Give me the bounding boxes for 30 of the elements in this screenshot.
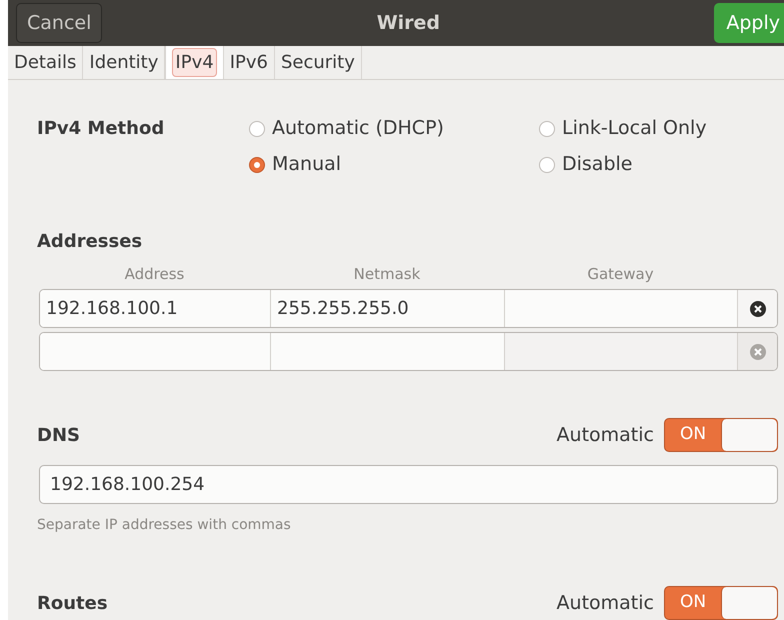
automatic-label: Automatic — [556, 422, 654, 448]
section-label: IPv4 Method — [37, 117, 166, 141]
tab[interactable]: IPv4 — [165, 46, 224, 78]
column-heading: Netmask — [352, 264, 422, 284]
section-label: Routes — [37, 592, 108, 616]
gateway-field[interactable] — [505, 290, 738, 327]
automatic-label: Automatic — [556, 590, 654, 616]
section-label: DNS — [37, 424, 80, 448]
tab[interactable]: Details — [8, 46, 84, 78]
netmask-field[interactable] — [271, 333, 505, 370]
radio-option[interactable]: Automatic (DHCP) — [249, 110, 539, 146]
radio-option[interactable]: Disable — [539, 146, 739, 182]
close-icon — [750, 344, 766, 360]
radio-option[interactable]: Manual — [249, 146, 539, 182]
column-heading: Gateway — [586, 264, 655, 284]
section-label: Addresses — [37, 230, 144, 254]
column-heading: Address — [124, 264, 186, 284]
window-title: Wired — [376, 10, 440, 36]
address-field[interactable]: 192.168.100.1 — [40, 290, 271, 327]
radio-option[interactable]: Link-Local Only — [539, 110, 739, 146]
gateway-field[interactable] — [505, 333, 738, 370]
hint-text: Separate IP addresses with commas — [37, 516, 292, 535]
remove-button[interactable] — [738, 290, 777, 327]
dns-field[interactable]: 192.168.100.254 — [39, 465, 778, 504]
tab[interactable]: Security — [274, 46, 362, 78]
cancel-button[interactable]: Cancel — [16, 3, 102, 44]
close-icon — [750, 300, 766, 316]
address-field[interactable] — [40, 333, 271, 370]
tab[interactable]: IPv6 — [224, 46, 275, 78]
netmask-field[interactable]: 255.255.255.0 — [271, 290, 505, 327]
